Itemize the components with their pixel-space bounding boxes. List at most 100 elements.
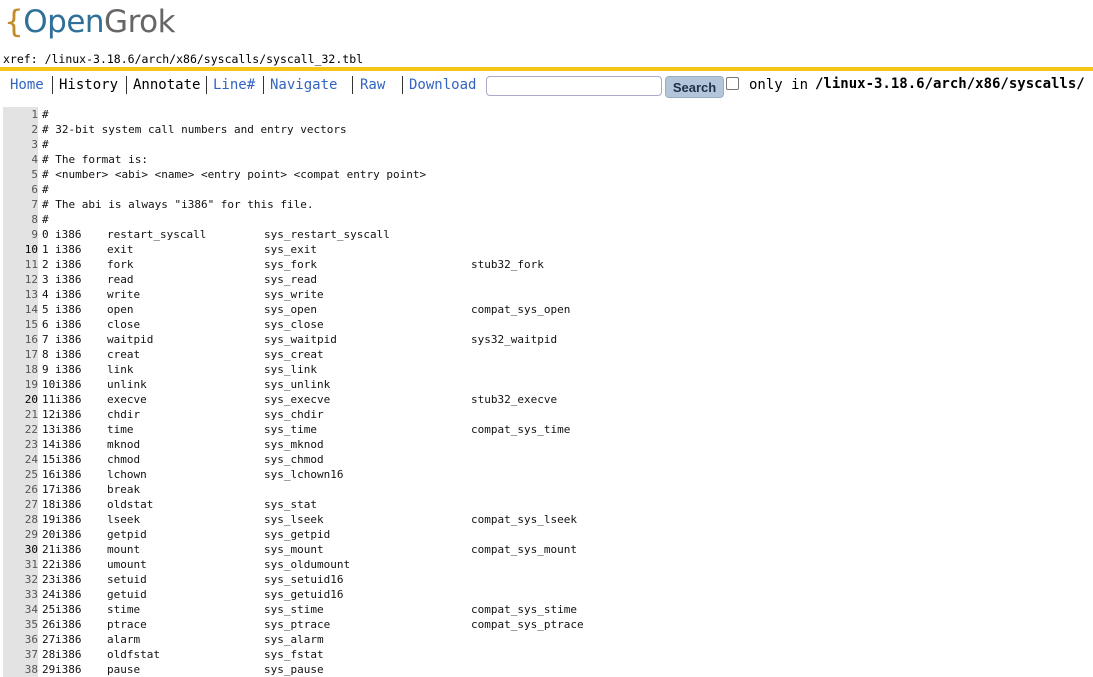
- line-number[interactable]: 28: [3, 512, 38, 527]
- raw-link[interactable]: Raw: [360, 77, 385, 93]
- line-number[interactable]: 23: [3, 437, 38, 452]
- syscall-entry-point[interactable]: sys_exit: [264, 242, 317, 257]
- syscall-name: break: [107, 483, 141, 496]
- syscall-compat-entry-point[interactable]: compat_sys_open: [471, 302, 570, 317]
- syscall-entry-point[interactable]: sys_stime: [264, 602, 324, 617]
- syscall-number: 23: [42, 573, 56, 586]
- syscall-entry-point[interactable]: sys_restart_syscall: [264, 227, 390, 242]
- line-number[interactable]: 3: [3, 137, 38, 152]
- line-number[interactable]: 10: [3, 242, 38, 257]
- syscall-entry-point[interactable]: sys_pause: [264, 662, 324, 677]
- line-number[interactable]: 30: [3, 542, 38, 557]
- line-number[interactable]: 36: [3, 632, 38, 647]
- line-number[interactable]: 35: [3, 617, 38, 632]
- syscall-entry-point[interactable]: sys_fork: [264, 257, 317, 272]
- syscall-entry-point[interactable]: sys_alarm: [264, 632, 324, 647]
- syscall-abi: i386: [55, 513, 82, 526]
- syscall-entry-point[interactable]: sys_time: [264, 422, 317, 437]
- syscall-entry-point[interactable]: sys_link: [264, 362, 317, 377]
- line-number[interactable]: 25: [3, 467, 38, 482]
- line-number[interactable]: 1: [3, 107, 38, 122]
- line-number[interactable]: 2: [3, 122, 38, 137]
- home-link[interactable]: Home: [10, 77, 44, 93]
- syscall-name: creat: [107, 348, 141, 361]
- syscall-entry-point[interactable]: sys_read: [264, 272, 317, 287]
- line-number[interactable]: 38: [3, 662, 38, 677]
- line-number[interactable]: 31: [3, 557, 38, 572]
- line-numbers-link[interactable]: Line#: [213, 77, 255, 93]
- line-number[interactable]: 12: [3, 272, 38, 287]
- line-number[interactable]: 32: [3, 572, 38, 587]
- line-number[interactable]: 34: [3, 602, 38, 617]
- syscall-number: 6: [42, 318, 49, 331]
- syscall-entry-point[interactable]: sys_oldumount: [264, 557, 350, 572]
- syscall-compat-entry-point[interactable]: compat_sys_time: [471, 422, 570, 437]
- line-number[interactable]: 22: [3, 422, 38, 437]
- syscall-entry-point[interactable]: sys_lchown16: [264, 467, 343, 482]
- syscall-entry-point[interactable]: sys_mount: [264, 542, 324, 557]
- line-number[interactable]: 11: [3, 257, 38, 272]
- line-number[interactable]: 15: [3, 317, 38, 332]
- line-number[interactable]: 20: [3, 392, 38, 407]
- syscall-entry-point[interactable]: sys_creat: [264, 347, 324, 362]
- only-in-path: /linux-3.18.6/arch/x86/syscalls/: [815, 76, 1085, 92]
- line-number[interactable]: 4: [3, 152, 38, 167]
- line-number[interactable]: 37: [3, 647, 38, 662]
- syscall-compat-entry-point[interactable]: stub32_fork: [471, 257, 544, 272]
- syscall-abi: i386: [55, 573, 82, 586]
- line-number[interactable]: 14: [3, 302, 38, 317]
- line-number[interactable]: 26: [3, 482, 38, 497]
- syscall-number: 18: [42, 498, 56, 511]
- syscall-compat-entry-point[interactable]: compat_sys_mount: [471, 542, 577, 557]
- navigate-link[interactable]: Navigate: [270, 77, 337, 93]
- syscall-entry-point[interactable]: sys_chmod: [264, 452, 324, 467]
- search-input[interactable]: [486, 76, 662, 96]
- line-number[interactable]: 13: [3, 287, 38, 302]
- syscall-entry-point[interactable]: sys_stat: [264, 497, 317, 512]
- syscall-compat-entry-point[interactable]: sys32_waitpid: [471, 332, 557, 347]
- line-number[interactable]: 18: [3, 362, 38, 377]
- line-number[interactable]: 16: [3, 332, 38, 347]
- line-number[interactable]: 5: [3, 167, 38, 182]
- line-number[interactable]: 7: [3, 197, 38, 212]
- syscall-entry-point[interactable]: sys_mknod: [264, 437, 324, 452]
- annotate-link[interactable]: Annotate: [133, 77, 200, 93]
- line-number[interactable]: 8: [3, 212, 38, 227]
- syscall-entry-point[interactable]: sys_setuid16: [264, 572, 343, 587]
- syscall-entry-point[interactable]: sys_open: [264, 302, 317, 317]
- syscall-entry-point[interactable]: sys_unlink: [264, 377, 330, 392]
- line-number[interactable]: 24: [3, 452, 38, 467]
- syscall-entry-point[interactable]: sys_chdir: [264, 407, 324, 422]
- syscall-entry-point[interactable]: sys_lseek: [264, 512, 324, 527]
- line-number[interactable]: 6: [3, 182, 38, 197]
- syscall-abi: i386: [55, 663, 82, 676]
- syscall-entry-point[interactable]: sys_ptrace: [264, 617, 330, 632]
- syscall-compat-entry-point[interactable]: compat_sys_lseek: [471, 512, 577, 527]
- syscall-entry-point[interactable]: sys_write: [264, 287, 324, 302]
- syscall-entry-point[interactable]: sys_getuid16: [264, 587, 343, 602]
- syscall-entry-point[interactable]: sys_execve: [264, 392, 330, 407]
- xref-path-link[interactable]: /linux-3.18.6/arch/x86/syscalls/syscall_…: [45, 52, 364, 66]
- opengrok-logo[interactable]: {OpenGrok: [4, 4, 176, 40]
- history-link[interactable]: History: [59, 77, 118, 93]
- line-number[interactable]: 33: [3, 587, 38, 602]
- syscall-compat-entry-point[interactable]: compat_sys_stime: [471, 602, 577, 617]
- line-number[interactable]: 9: [3, 227, 38, 242]
- syscall-entry-point[interactable]: sys_getpid: [264, 527, 330, 542]
- syscall-entry-point[interactable]: sys_waitpid: [264, 332, 337, 347]
- line-number[interactable]: 17: [3, 347, 38, 362]
- syscall-entry-point[interactable]: sys_close: [264, 317, 324, 332]
- only-in-checkbox[interactable]: [726, 77, 739, 90]
- line-number[interactable]: 29: [3, 527, 38, 542]
- search-button[interactable]: Search: [665, 76, 724, 98]
- code-line: 21 12 i386 chdir sys_chdir: [0, 407, 1093, 422]
- syscall-number: 28: [42, 648, 56, 661]
- syscall-compat-entry-point[interactable]: stub32_execve: [471, 392, 557, 407]
- syscall-name: oldstat: [107, 498, 154, 511]
- line-number[interactable]: 27: [3, 497, 38, 512]
- line-number[interactable]: 21: [3, 407, 38, 422]
- syscall-entry-point[interactable]: sys_fstat: [264, 647, 324, 662]
- syscall-compat-entry-point[interactable]: compat_sys_ptrace: [471, 617, 584, 632]
- line-number[interactable]: 19: [3, 377, 38, 392]
- download-link[interactable]: Download: [409, 77, 476, 93]
